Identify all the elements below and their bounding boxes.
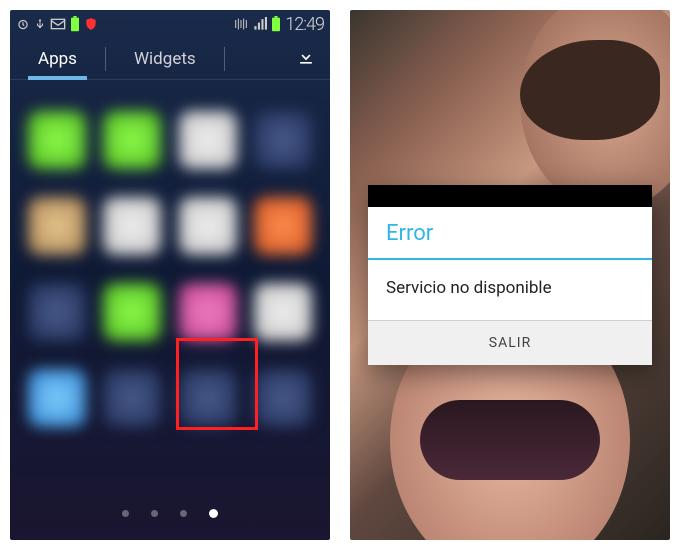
app-icon[interactable] [28,111,86,169]
page-dot-active[interactable] [209,509,218,518]
dialog-title: Error [368,207,652,260]
app-icon[interactable] [103,111,161,169]
usb-icon [34,17,46,31]
dialog-message: Servicio no disponible [368,260,652,320]
tab-widgets[interactable]: Widgets [106,38,224,79]
app-icon[interactable] [179,111,237,169]
status-bar: 12:49 [10,10,330,38]
exit-button[interactable]: SALIR [368,321,652,365]
app-grid [10,80,330,458]
phone-app-drawer: 12:49 Apps Widgets [10,10,330,540]
status-right-icons: 12:49 [233,14,324,35]
security-warning-icon [84,16,98,32]
app-icon[interactable] [179,369,237,427]
app-icon[interactable] [254,369,312,427]
dialog-top-bar [368,185,652,207]
battery-icon [271,16,281,32]
app-icon[interactable] [28,197,86,255]
app-icon[interactable] [103,369,161,427]
pagination-dots [122,510,218,518]
drawer-tab-bar: Apps Widgets [10,38,330,80]
app-icon[interactable] [28,369,86,427]
app-icon[interactable] [103,283,161,341]
app-icon[interactable] [28,283,86,341]
download-icon[interactable] [296,47,316,71]
app-icon[interactable] [254,197,312,255]
error-dialog: Error Servicio no disponible SALIR [368,185,652,365]
alarm-icon [16,17,30,31]
tab-divider [224,47,225,71]
app-icon[interactable] [103,197,161,255]
app-icon[interactable] [254,111,312,169]
status-left-icons [16,16,98,32]
tab-apps[interactable]: Apps [10,38,105,79]
dialog-button-row: SALIR [368,320,652,365]
signal-icon [253,17,267,31]
battery-saver-icon [70,16,80,32]
page-dot[interactable] [180,510,187,517]
tab-apps-label: Apps [38,49,77,69]
app-icon[interactable] [254,283,312,341]
page-dot[interactable] [122,510,129,517]
app-icon[interactable] [179,283,237,341]
app-icon[interactable] [179,197,237,255]
page-dot[interactable] [151,510,158,517]
nfc-icon [233,17,249,31]
tab-widgets-label: Widgets [134,49,196,69]
email-icon [50,18,66,30]
status-clock: 12:49 [285,14,324,35]
phone-error-dialog: Error Servicio no disponible SALIR [350,10,670,540]
